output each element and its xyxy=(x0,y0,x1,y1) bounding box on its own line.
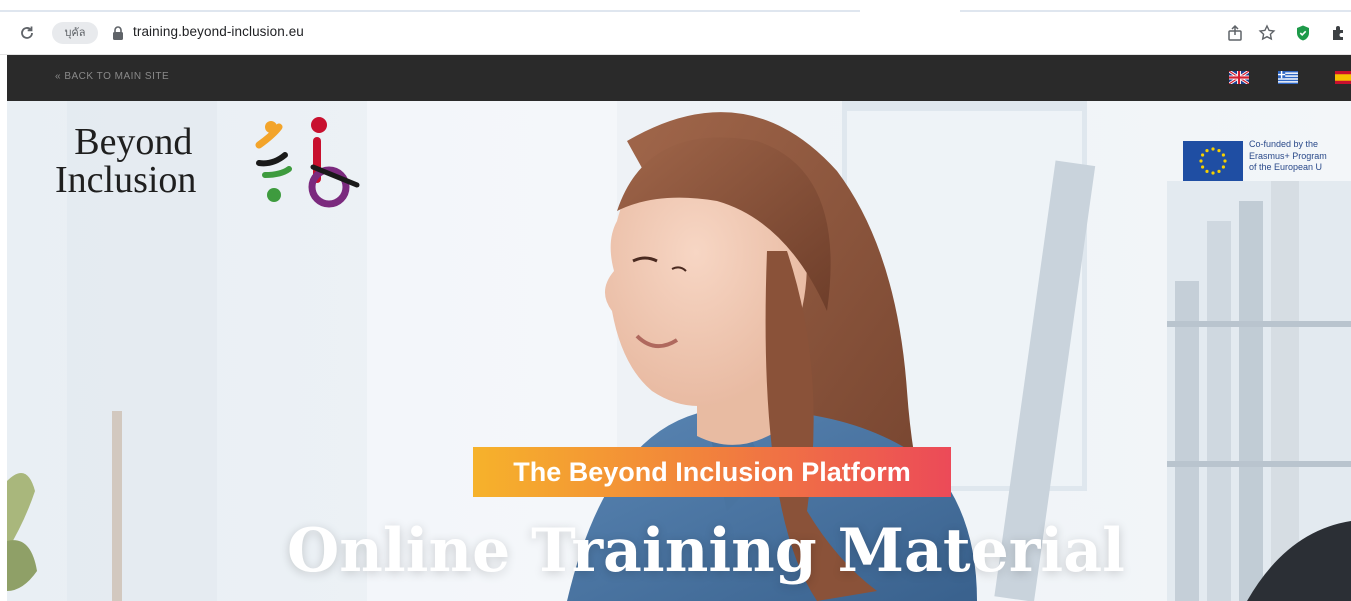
flag-uk-icon[interactable] xyxy=(1229,71,1249,84)
tab-strip xyxy=(0,0,1351,12)
flag-greece-icon[interactable] xyxy=(1278,71,1298,84)
back-to-main-site-link[interactable]: « BACK TO MAIN SITE xyxy=(55,71,169,82)
site-top-bar: « BACK TO MAIN SITE xyxy=(7,55,1351,101)
flag-spain-icon[interactable] xyxy=(1335,71,1351,84)
hero-title: Online Training Material xyxy=(287,516,1125,586)
lock-icon[interactable] xyxy=(111,25,125,41)
puzzle-extension-icon[interactable] xyxy=(1326,20,1351,46)
hero-banner: Beyond Inclusion Co-funded by the Erasmu… xyxy=(7,101,1351,601)
logo-mark-icon[interactable] xyxy=(247,115,367,211)
shield-extension-icon[interactable] xyxy=(1290,20,1316,46)
browser-address-bar: บุคัล training.beyond-inclusion.eu xyxy=(0,0,1351,55)
star-icon[interactable] xyxy=(1254,20,1280,46)
url-field[interactable]: training.beyond-inclusion.eu xyxy=(133,24,304,39)
eu-badge-text: Co-funded by the Erasmus+ Program of the… xyxy=(1249,139,1327,172)
logo-line-1: Beyond xyxy=(74,121,193,163)
hero-tagline: The Beyond Inclusion Platform xyxy=(473,447,951,497)
share-icon[interactable] xyxy=(1222,20,1248,46)
logo-line-2: Inclusion xyxy=(55,159,197,201)
reload-icon[interactable] xyxy=(14,20,40,46)
site-info-chip[interactable]: บุคัล xyxy=(52,22,98,44)
eu-cofunded-badge: Co-funded by the Erasmus+ Program of the… xyxy=(1183,139,1351,183)
eu-flag-icon xyxy=(1183,141,1243,181)
site-logo-text[interactable]: Beyond Inclusion xyxy=(55,123,196,199)
